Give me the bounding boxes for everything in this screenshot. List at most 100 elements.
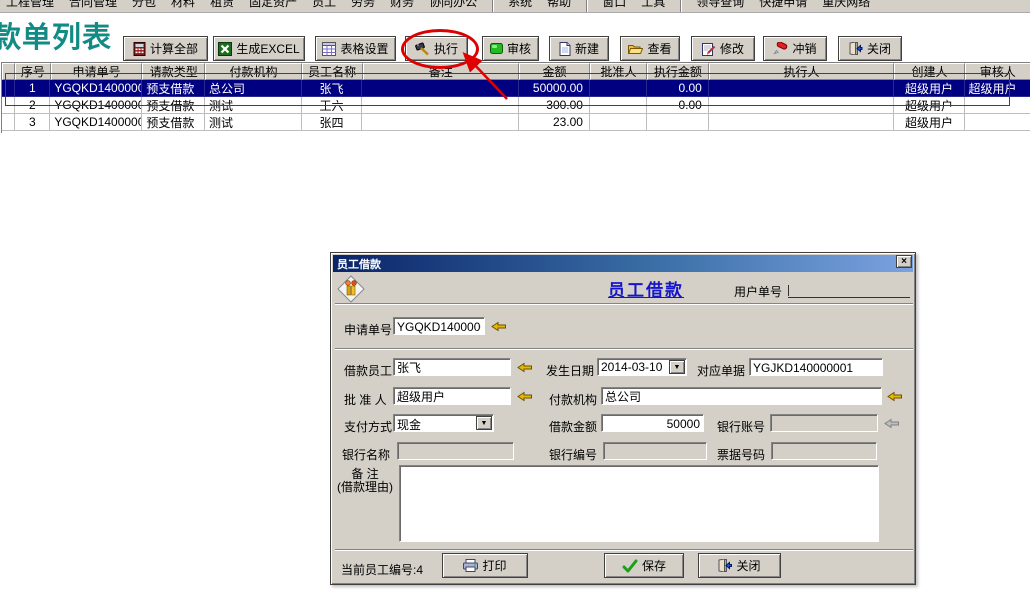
text-caret (788, 285, 789, 296)
col-header-pay-org[interactable]: 付款机构 (205, 63, 302, 80)
col-header-type[interactable]: 请款类型 (142, 63, 205, 80)
writeoff-button[interactable]: 冲销 (763, 36, 827, 61)
cell-amount: 300.00 (519, 97, 590, 114)
audit-icon (490, 43, 503, 54)
table-header-row: 序号 申请单号 请款类型 付款机构 员工名称 备注 金额 批准人 执行金额 执行… (2, 63, 1030, 80)
new-button[interactable]: 新建 (549, 36, 609, 61)
dialog-titlebar[interactable]: 员工借款 (333, 255, 913, 272)
lookup-hand-icon[interactable] (517, 361, 533, 374)
execute-button[interactable]: 执行 (405, 36, 468, 61)
pay-method-combobox[interactable]: 现金 ▼ (393, 414, 494, 432)
dropdown-arrow-icon[interactable]: ▼ (669, 360, 685, 374)
modify-button[interactable]: 修改 (691, 36, 755, 61)
employee-no-label: 当前员工编号:4 (341, 561, 423, 578)
generate-excel-label: 生成EXCEL (236, 40, 299, 57)
table-row-3[interactable]: 3 YGQKD140000001 预支借款 测试 张四 23.00 超级用户 (2, 114, 1030, 131)
cell-pay-org: 测试 (205, 114, 302, 131)
cell-auditor (965, 114, 1030, 131)
menu-item[interactable]: 员工 (312, 0, 336, 10)
date-combobox[interactable]: 2014-03-10 ▼ (597, 358, 687, 376)
borrower-input[interactable] (393, 358, 511, 376)
cell-apply-no: YGQKD140000002 (50, 97, 142, 114)
cell-approver (590, 97, 647, 114)
save-button[interactable]: 保存 (604, 553, 684, 578)
menu-item[interactable]: 租赁 (210, 0, 234, 10)
remark-textarea[interactable] (399, 465, 879, 542)
hammer-icon (415, 42, 430, 56)
printer-icon (463, 559, 478, 572)
bill-no-input (771, 442, 877, 460)
dialog-close-button[interactable]: 关闭 (698, 553, 781, 578)
view-button[interactable]: 查看 (620, 36, 680, 61)
print-button[interactable]: 打印 (442, 553, 528, 578)
remark-label-line2: (借款理由) (334, 481, 396, 494)
table-row-2[interactable]: 2 YGQKD140000002 预支借款 测试 王六 300.00 0.00 … (2, 97, 1030, 114)
menu-bar: 工程管理 合同管理 分包 材料 租赁 固定资产 员工 劳务 财务 协同办公 系统… (0, 0, 1030, 13)
cell-type: 预支借款 (142, 114, 205, 131)
col-header-amount[interactable]: 金额 (519, 63, 590, 80)
cell-exec-amount: 0.00 (647, 80, 709, 97)
generate-excel-button[interactable]: 生成EXCEL (213, 36, 305, 61)
col-header-apply-no[interactable]: 申请单号 (51, 63, 143, 80)
cell-employee: 王六 (302, 97, 363, 114)
col-header-seq[interactable]: 序号 (15, 63, 50, 80)
menu-item[interactable]: 重庆网络 (822, 0, 870, 10)
menu-item[interactable]: 系统 (508, 0, 532, 10)
save-label: 保存 (642, 557, 666, 574)
col-header-auditor[interactable]: 审核人 (965, 63, 1030, 80)
audit-button[interactable]: 审核 (482, 36, 539, 61)
col-header-remark[interactable]: 备注 (363, 63, 519, 80)
cell-pay-org: 测试 (205, 97, 302, 114)
cell-exec-amount (647, 114, 709, 131)
user-no-input[interactable] (788, 280, 910, 298)
menu-item[interactable]: 合同管理 (69, 0, 117, 10)
approver-input[interactable] (393, 387, 511, 405)
cell-employee: 张四 (302, 114, 363, 131)
apply-no-input[interactable] (393, 317, 485, 335)
dialog-close-x-button[interactable]: × (896, 255, 912, 268)
date-label: 发生日期 (546, 362, 594, 379)
menu-item[interactable]: 快捷申请 (759, 0, 807, 10)
cell (2, 114, 15, 131)
menu-item[interactable]: 协同办公 (429, 0, 477, 10)
bank-name-input (397, 442, 514, 460)
menu-item[interactable]: 材料 (171, 0, 195, 10)
cell-remark (362, 114, 518, 131)
cell-apply-no: YGQKD140000003 (50, 80, 142, 97)
col-header-exec-amount[interactable]: 执行金额 (647, 63, 709, 80)
menu-item[interactable]: 帮助 (547, 0, 571, 10)
col-header-employee[interactable]: 员工名称 (302, 63, 363, 80)
ref-doc-input[interactable] (749, 358, 883, 376)
menu-item[interactable]: 分包 (132, 0, 156, 10)
menu-item[interactable]: 工程管理 (6, 0, 54, 10)
cell-seq: 3 (15, 114, 50, 131)
col-header-creator[interactable]: 创建人 (894, 63, 964, 80)
user-no-label: 用户单号 (734, 283, 782, 300)
col-header-approver[interactable]: 批准人 (590, 63, 647, 80)
col-header-executor[interactable]: 执行人 (709, 63, 895, 80)
cell (2, 80, 15, 97)
writeoff-label: 冲销 (792, 40, 816, 57)
dropdown-arrow-icon[interactable]: ▼ (476, 416, 492, 430)
amount-input[interactable] (601, 414, 704, 432)
cell-creator: 超级用户 (894, 80, 964, 97)
menu-item[interactable]: 劳务 (351, 0, 375, 10)
grid-setup-button[interactable]: 表格设置 (315, 36, 396, 61)
close-list-button[interactable]: 关闭 (838, 36, 902, 61)
menu-divider (492, 0, 493, 12)
divider (335, 549, 913, 551)
table-row-1[interactable]: 1 YGQKD140000003 预支借款 总公司 张飞 50000.00 0.… (2, 80, 1030, 97)
calc-all-label: 计算全部 (150, 40, 198, 57)
lookup-hand-icon[interactable] (517, 390, 533, 403)
pay-org-input[interactable] (601, 387, 882, 405)
calc-all-button[interactable]: 计算全部 (123, 36, 208, 61)
menu-item[interactable]: 领导查询 (696, 0, 744, 10)
menu-item[interactable]: 财务 (390, 0, 414, 10)
menu-item[interactable]: 固定资产 (249, 0, 297, 10)
lookup-hand-icon[interactable] (887, 390, 903, 403)
print-label: 打印 (482, 557, 506, 574)
lookup-hand-icon[interactable] (491, 320, 507, 333)
menu-item[interactable]: 工具 (641, 0, 665, 10)
menu-item[interactable]: 窗口 (602, 0, 626, 10)
col-header-marker[interactable] (2, 63, 15, 80)
